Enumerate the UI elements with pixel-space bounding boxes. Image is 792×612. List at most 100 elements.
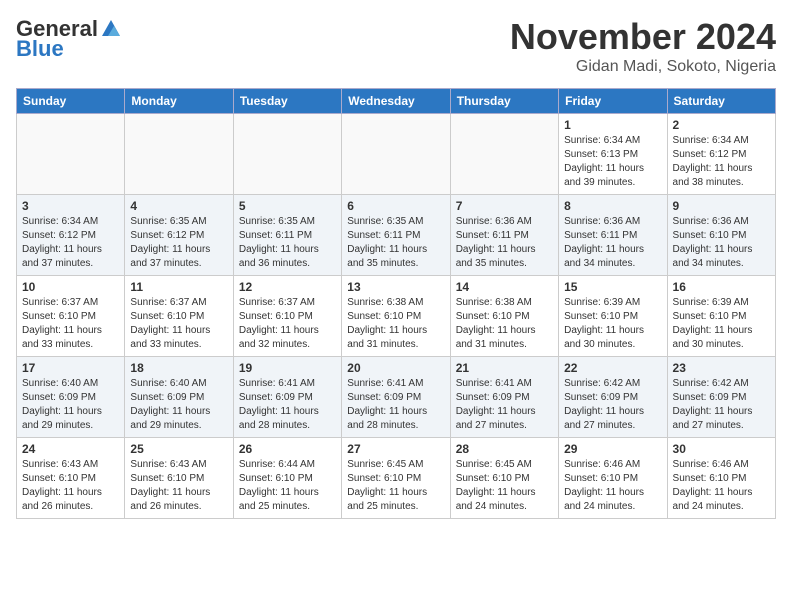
day-header-tuesday: Tuesday (233, 89, 341, 114)
calendar-week-5: 24Sunrise: 6:43 AM Sunset: 6:10 PM Dayli… (17, 438, 776, 519)
day-number: 18 (130, 361, 227, 375)
calendar-table: SundayMondayTuesdayWednesdayThursdayFrid… (16, 88, 776, 519)
calendar-cell: 20 Sunrise: 6:41 AM Sunset: 6:09 PM Dayli… (342, 357, 450, 438)
day-info: Sunrise: 6:45 AM Sunset: 6:10 PM Dayligh… (347, 458, 444, 514)
day-number: 6 (347, 199, 444, 213)
logo-icon (100, 18, 122, 40)
calendar-cell (125, 114, 233, 195)
calendar-cell: 14 Sunrise: 6:38 AM Sunset: 6:10 PM Dayli… (450, 276, 558, 357)
calendar-cell: 18 Sunrise: 6:40 AM Sunset: 6:09 PM Dayli… (125, 357, 233, 438)
calendar-cell: 5Sunrise: 6:35 AM Sunset: 6:11 PM Daylig… (233, 195, 341, 276)
day-info: Sunrise: 6:46 AM Sunset: 6:10 PM Dayligh… (564, 458, 661, 514)
calendar-cell: 26 Sunrise: 6:44 AM Sunset: 6:10 PM Dayli… (233, 438, 341, 519)
day-number: 9 (673, 199, 770, 213)
calendar-week-2: 3 Sunrise: 6:34 AM Sunset: 6:12 PM Daylig… (17, 195, 776, 276)
day-header-wednesday: Wednesday (342, 89, 450, 114)
day-info: Sunrise: 6:37 AM Sunset: 6:10 PM Dayligh… (239, 296, 336, 352)
day-info: Sunrise: 6:35 AM Sunset: 6:12 PM Dayligh… (130, 215, 227, 271)
calendar-cell: 10 Sunrise: 6:37 AM Sunset: 6:10 PM Dayli… (17, 276, 125, 357)
day-number: 12 (239, 280, 336, 294)
calendar-week-4: 17 Sunrise: 6:40 AM Sunset: 6:09 PM Dayli… (17, 357, 776, 438)
calendar-cell: 21 Sunrise: 6:41 AM Sunset: 6:09 PM Dayli… (450, 357, 558, 438)
day-info: Sunrise: 6:34 AM Sunset: 6:12 PM Dayligh… (22, 215, 119, 271)
day-number: 28 (456, 442, 553, 456)
day-info: Sunrise: 6:46 AM Sunset: 6:10 PM Dayligh… (673, 458, 770, 514)
day-info: Sunrise: 6:37 AM Sunset: 6:10 PM Dayligh… (130, 296, 227, 352)
day-info: Sunrise: 6:35 AM Sunset: 6:11 PM Dayligh… (347, 215, 444, 271)
day-number: 19 (239, 361, 336, 375)
day-number: 16 (673, 280, 770, 294)
day-number: 17 (22, 361, 119, 375)
calendar-cell: 30 Sunrise: 6:46 AM Sunset: 6:10 PM Dayli… (667, 438, 775, 519)
day-number: 3 (22, 199, 119, 213)
calendar-cell: 2Sunrise: 6:34 AM Sunset: 6:12 PM Daylig… (667, 114, 775, 195)
calendar-cell (17, 114, 125, 195)
day-number: 23 (673, 361, 770, 375)
calendar-week-3: 10 Sunrise: 6:37 AM Sunset: 6:10 PM Dayli… (17, 276, 776, 357)
title-area: November 2024 Gidan Madi, Sokoto, Nigeri… (510, 16, 776, 76)
day-info: Sunrise: 6:36 AM Sunset: 6:10 PM Dayligh… (673, 215, 770, 271)
calendar-cell: 28 Sunrise: 6:45 AM Sunset: 6:10 PM Dayli… (450, 438, 558, 519)
day-info: Sunrise: 6:42 AM Sunset: 6:09 PM Dayligh… (673, 377, 770, 433)
location-subtitle: Gidan Madi, Sokoto, Nigeria (510, 58, 776, 76)
day-info: Sunrise: 6:44 AM Sunset: 6:10 PM Dayligh… (239, 458, 336, 514)
day-info: Sunrise: 6:40 AM Sunset: 6:09 PM Dayligh… (22, 377, 119, 433)
day-info: Sunrise: 6:41 AM Sunset: 6:09 PM Dayligh… (347, 377, 444, 433)
day-number: 20 (347, 361, 444, 375)
day-info: Sunrise: 6:34 AM Sunset: 6:13 PM Dayligh… (564, 134, 661, 190)
calendar-cell: 25 Sunrise: 6:43 AM Sunset: 6:10 PM Dayli… (125, 438, 233, 519)
day-header-monday: Monday (125, 89, 233, 114)
calendar-cell: 27 Sunrise: 6:45 AM Sunset: 6:10 PM Dayli… (342, 438, 450, 519)
calendar-cell: 4 Sunrise: 6:35 AM Sunset: 6:12 PM Daylig… (125, 195, 233, 276)
day-info: Sunrise: 6:41 AM Sunset: 6:09 PM Dayligh… (456, 377, 553, 433)
day-info: Sunrise: 6:43 AM Sunset: 6:10 PM Dayligh… (22, 458, 119, 514)
day-info: Sunrise: 6:39 AM Sunset: 6:10 PM Dayligh… (564, 296, 661, 352)
day-number: 26 (239, 442, 336, 456)
day-number: 1 (564, 118, 661, 132)
calendar-cell: 9 Sunrise: 6:36 AM Sunset: 6:10 PM Daylig… (667, 195, 775, 276)
day-info: Sunrise: 6:45 AM Sunset: 6:10 PM Dayligh… (456, 458, 553, 514)
page-header: General Blue November 2024 Gidan Madi, S… (16, 16, 776, 76)
day-info: Sunrise: 6:35 AM Sunset: 6:11 PM Dayligh… (239, 215, 336, 271)
day-number: 30 (673, 442, 770, 456)
calendar-cell: 19 Sunrise: 6:41 AM Sunset: 6:09 PM Dayli… (233, 357, 341, 438)
day-info: Sunrise: 6:37 AM Sunset: 6:10 PM Dayligh… (22, 296, 119, 352)
calendar-cell (342, 114, 450, 195)
day-number: 21 (456, 361, 553, 375)
day-info: Sunrise: 6:43 AM Sunset: 6:10 PM Dayligh… (130, 458, 227, 514)
day-number: 10 (22, 280, 119, 294)
day-header-saturday: Saturday (667, 89, 775, 114)
day-info: Sunrise: 6:41 AM Sunset: 6:09 PM Dayligh… (239, 377, 336, 433)
calendar-cell: 6 Sunrise: 6:35 AM Sunset: 6:11 PM Daylig… (342, 195, 450, 276)
calendar-cell: 11 Sunrise: 6:37 AM Sunset: 6:10 PM Dayli… (125, 276, 233, 357)
day-header-thursday: Thursday (450, 89, 558, 114)
calendar-cell (450, 114, 558, 195)
day-number: 27 (347, 442, 444, 456)
day-header-friday: Friday (559, 89, 667, 114)
calendar-cell: 1 Sunrise: 6:34 AM Sunset: 6:13 PM Daylig… (559, 114, 667, 195)
calendar-cell (233, 114, 341, 195)
calendar-cell: 23 Sunrise: 6:42 AM Sunset: 6:09 PM Dayli… (667, 357, 775, 438)
day-number: 25 (130, 442, 227, 456)
calendar-cell: 17 Sunrise: 6:40 AM Sunset: 6:09 PM Dayli… (17, 357, 125, 438)
day-info: Sunrise: 6:38 AM Sunset: 6:10 PM Dayligh… (456, 296, 553, 352)
day-info: Sunrise: 6:39 AM Sunset: 6:10 PM Dayligh… (673, 296, 770, 352)
calendar-cell: 16 Sunrise: 6:39 AM Sunset: 6:10 PM Dayli… (667, 276, 775, 357)
day-info: Sunrise: 6:36 AM Sunset: 6:11 PM Dayligh… (456, 215, 553, 271)
calendar-cell: 12 Sunrise: 6:37 AM Sunset: 6:10 PM Dayli… (233, 276, 341, 357)
day-info: Sunrise: 6:42 AM Sunset: 6:09 PM Dayligh… (564, 377, 661, 433)
day-number: 7 (456, 199, 553, 213)
logo: General Blue (16, 16, 122, 62)
day-number: 22 (564, 361, 661, 375)
day-number: 4 (130, 199, 227, 213)
day-info: Sunrise: 6:40 AM Sunset: 6:09 PM Dayligh… (130, 377, 227, 433)
day-number: 13 (347, 280, 444, 294)
day-number: 2 (673, 118, 770, 132)
month-title: November 2024 (510, 16, 776, 58)
day-number: 11 (130, 280, 227, 294)
day-number: 8 (564, 199, 661, 213)
day-number: 14 (456, 280, 553, 294)
calendar-cell: 22 Sunrise: 6:42 AM Sunset: 6:09 PM Dayli… (559, 357, 667, 438)
day-number: 15 (564, 280, 661, 294)
calendar-cell: 24Sunrise: 6:43 AM Sunset: 6:10 PM Dayli… (17, 438, 125, 519)
